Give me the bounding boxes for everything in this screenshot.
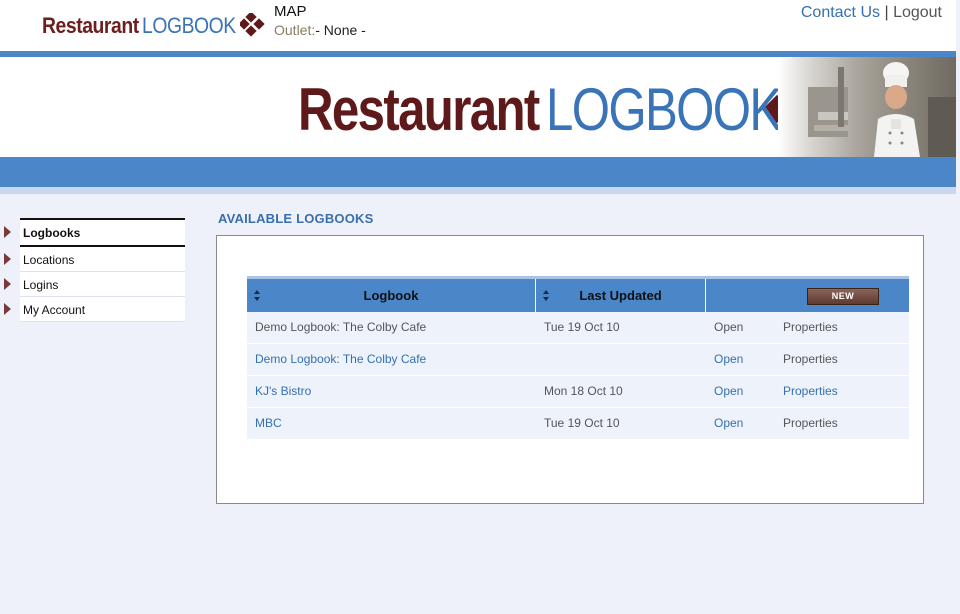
open-link[interactable]: Open bbox=[714, 312, 743, 343]
table-row: KJ's Bistro Mon 18 Oct 10 Open Propertie… bbox=[247, 376, 909, 408]
new-logbook-button[interactable]: NEW bbox=[807, 288, 879, 305]
sidebar-item-logbooks[interactable]: Logbooks bbox=[4, 218, 185, 247]
diamond-logo-icon bbox=[240, 13, 266, 37]
logbook-name-link[interactable]: Demo Logbook: The Colby Cafe bbox=[255, 344, 426, 375]
table-row: Demo Logbook: The Colby Cafe Tue 19 Oct … bbox=[247, 312, 909, 344]
top-links: Contact Us | Logout bbox=[801, 4, 942, 22]
table-row: Demo Logbook: The Colby Cafe Open Proper… bbox=[247, 344, 909, 376]
contact-us-link[interactable]: Contact Us bbox=[801, 4, 880, 21]
banner-logo-word-logbook: LOGBOOK bbox=[546, 76, 782, 143]
header-logo-word-logbook: LOGBOOK bbox=[141, 13, 236, 38]
logbooks-panel: Logbook Last Updated NEW Demo Logbook: T… bbox=[216, 235, 924, 504]
sidebar-item-locations[interactable]: Locations bbox=[4, 247, 185, 272]
banner-logo: Restaurant LOGBOOK bbox=[298, 75, 835, 144]
map-label: MAP bbox=[274, 3, 307, 20]
sidebar-item-label: Locations bbox=[23, 253, 75, 267]
page-title: AVAILABLE LOGBOOKS bbox=[218, 211, 374, 226]
arrow-right-icon bbox=[4, 226, 11, 238]
column-label: Last Updated bbox=[579, 288, 662, 303]
sidebar: Logbooks Locations Logins My Account bbox=[0, 218, 190, 322]
chef-illustration-icon bbox=[808, 62, 956, 157]
column-header-logbook[interactable]: Logbook bbox=[247, 279, 536, 312]
logbook-name-link[interactable]: MBC bbox=[255, 408, 282, 439]
banner-logo-word-restaurant: Restaurant bbox=[298, 76, 540, 143]
sidebar-item-label: My Account bbox=[23, 303, 86, 317]
arrow-right-icon bbox=[4, 303, 11, 315]
chef-photo bbox=[778, 57, 956, 157]
properties-link[interactable]: Properties bbox=[783, 408, 838, 439]
sidebar-item-label: Logins bbox=[23, 278, 59, 292]
open-link[interactable]: Open bbox=[714, 408, 743, 439]
logbooks-table: Logbook Last Updated NEW Demo Logbook: T… bbox=[247, 276, 909, 440]
header-logo[interactable]: Restaurant LOGBOOK bbox=[42, 11, 266, 41]
properties-link[interactable]: Properties bbox=[783, 312, 838, 343]
logout-link[interactable]: Logout bbox=[893, 4, 942, 21]
top-header: Restaurant LOGBOOK MAP Outlet:- None - C… bbox=[0, 0, 956, 51]
banner-light-band bbox=[0, 187, 956, 194]
banner: Restaurant LOGBOOK bbox=[0, 57, 956, 157]
open-link[interactable]: Open bbox=[714, 344, 743, 375]
outlet-value: - None - bbox=[315, 22, 366, 38]
logbook-name: Demo Logbook: The Colby Cafe bbox=[255, 320, 427, 334]
table-header: Logbook Last Updated NEW bbox=[247, 276, 909, 312]
last-updated: Mon 18 Oct 10 bbox=[544, 384, 623, 398]
last-updated: Tue 19 Oct 10 bbox=[544, 416, 620, 430]
header-logo-word-restaurant: Restaurant bbox=[42, 13, 139, 38]
arrow-right-icon bbox=[4, 253, 11, 265]
column-header-last-updated[interactable]: Last Updated bbox=[536, 279, 706, 312]
link-separator: | bbox=[884, 4, 889, 21]
banner-blue-band bbox=[0, 157, 956, 187]
sidebar-item-my-account[interactable]: My Account bbox=[4, 297, 185, 322]
column-label: Logbook bbox=[363, 288, 419, 303]
arrow-right-icon bbox=[4, 278, 11, 290]
open-link[interactable]: Open bbox=[714, 376, 743, 407]
outlet-label: Outlet: bbox=[274, 22, 316, 38]
properties-link[interactable]: Properties bbox=[783, 376, 838, 407]
sidebar-item-label: Logbooks bbox=[23, 226, 81, 240]
last-updated: Tue 19 Oct 10 bbox=[544, 320, 620, 334]
logbook-name-link[interactable]: KJ's Bistro bbox=[255, 376, 311, 407]
sidebar-item-logins[interactable]: Logins bbox=[4, 272, 185, 297]
properties-link[interactable]: Properties bbox=[783, 344, 838, 375]
table-row: MBC Tue 19 Oct 10 Open Properties bbox=[247, 408, 909, 440]
outlet-indicator: Outlet:- None - bbox=[274, 22, 366, 38]
